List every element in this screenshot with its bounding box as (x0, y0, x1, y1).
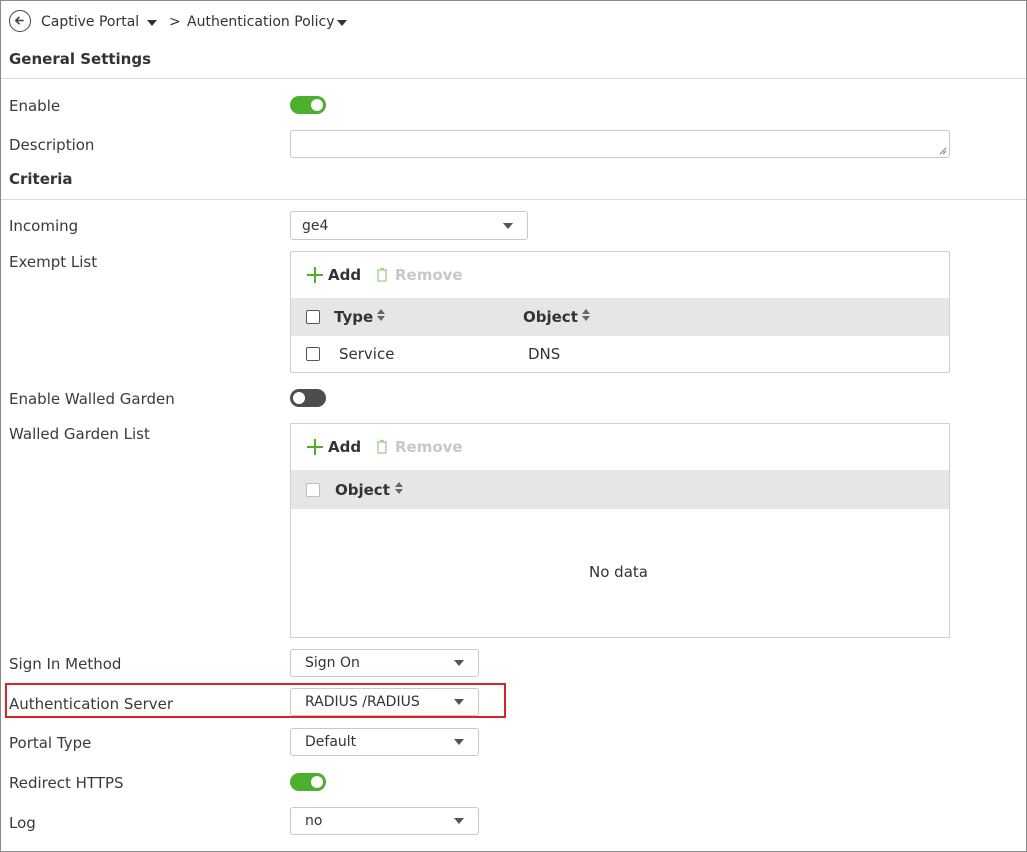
sort-object-icon[interactable] (395, 482, 403, 494)
redirect-https-toggle[interactable] (290, 773, 326, 791)
portal-type-dropdown-icon (454, 739, 464, 745)
criteria-title: Criteria (9, 170, 73, 188)
criteria-divider (1, 199, 1026, 200)
breadcrumb-authentication-policy-dropdown-icon[interactable] (337, 20, 347, 26)
enable-toggle[interactable] (290, 96, 326, 114)
exempt-select-all-checkbox[interactable] (306, 310, 320, 324)
authentication-server-dropdown-icon (454, 699, 464, 705)
description-input[interactable] (290, 130, 950, 158)
authentication-server-select[interactable]: RADIUS /RADIUS (290, 688, 479, 716)
log-label: Log (9, 814, 36, 832)
sort-type-icon[interactable] (377, 309, 385, 321)
row-type: Service (339, 345, 395, 363)
breadcrumb-authentication-policy[interactable]: Authentication Policy (187, 14, 335, 30)
sort-object-icon[interactable] (582, 309, 590, 321)
enable-walled-garden-toggle[interactable] (290, 389, 326, 407)
exempt-list-table: Add Remove Type Object Service DNS (290, 251, 950, 373)
incoming-label: Incoming (9, 217, 79, 235)
no-data-text: No data (589, 563, 648, 581)
redirect-https-label: Redirect HTTPS (9, 774, 124, 792)
log-select[interactable]: no (290, 807, 479, 835)
breadcrumb-captive-portal-dropdown-icon[interactable] (147, 20, 157, 26)
exempt-col-object[interactable]: Object (523, 308, 578, 326)
add-plus-icon[interactable] (307, 439, 323, 455)
exempt-col-type[interactable]: Type (334, 308, 373, 326)
incoming-value: ge4 (302, 217, 329, 234)
description-label: Description (9, 136, 95, 154)
exempt-add-button[interactable]: Add (328, 266, 361, 284)
exempt-table-header: Type Object (291, 298, 949, 336)
portal-type-select[interactable]: Default (290, 728, 479, 756)
walled-col-object[interactable]: Object (335, 481, 390, 499)
general-settings-divider (1, 78, 1026, 79)
sign-in-method-value: Sign On (305, 655, 360, 671)
exempt-list-label: Exempt List (9, 253, 98, 271)
sign-in-method-label: Sign In Method (9, 655, 122, 673)
portal-type-value: Default (305, 734, 357, 750)
authentication-server-label: Authentication Server (9, 695, 174, 713)
walled-select-all-checkbox[interactable] (306, 483, 320, 497)
back-arrow-icon[interactable] (9, 10, 31, 32)
incoming-dropdown-icon (503, 222, 513, 229)
walled-add-button[interactable]: Add (328, 438, 361, 456)
enable-walled-garden-label: Enable Walled Garden (9, 390, 175, 408)
authentication-policy-page: Captive Portal > Authentication Policy G… (0, 0, 1027, 852)
walled-table-header: Object (291, 470, 949, 509)
resize-grip-icon[interactable] (939, 147, 947, 155)
log-value: no (305, 813, 323, 829)
general-settings-title: General Settings (9, 50, 152, 68)
walled-garden-list-label: Walled Garden List (9, 425, 150, 443)
breadcrumb-captive-portal[interactable]: Captive Portal (41, 14, 139, 30)
table-row[interactable]: Service DNS (291, 336, 949, 372)
breadcrumb-separator: > (169, 14, 181, 30)
sign-in-method-dropdown-icon (454, 660, 464, 666)
enable-label: Enable (9, 97, 61, 115)
exempt-remove-button[interactable]: Remove (395, 266, 463, 284)
incoming-select[interactable]: ge4 (290, 211, 528, 240)
walled-remove-button[interactable]: Remove (395, 438, 463, 456)
sign-in-method-select[interactable]: Sign On (290, 649, 479, 677)
row-object: DNS (528, 345, 561, 363)
trash-icon (377, 267, 387, 282)
add-plus-icon[interactable] (307, 267, 323, 283)
portal-type-label: Portal Type (9, 734, 92, 752)
row-checkbox[interactable] (306, 347, 320, 361)
walled-garden-table: Add Remove Object No data (290, 423, 950, 638)
authentication-server-value: RADIUS /RADIUS (305, 694, 420, 710)
log-dropdown-icon (454, 818, 464, 824)
trash-icon (377, 439, 387, 454)
